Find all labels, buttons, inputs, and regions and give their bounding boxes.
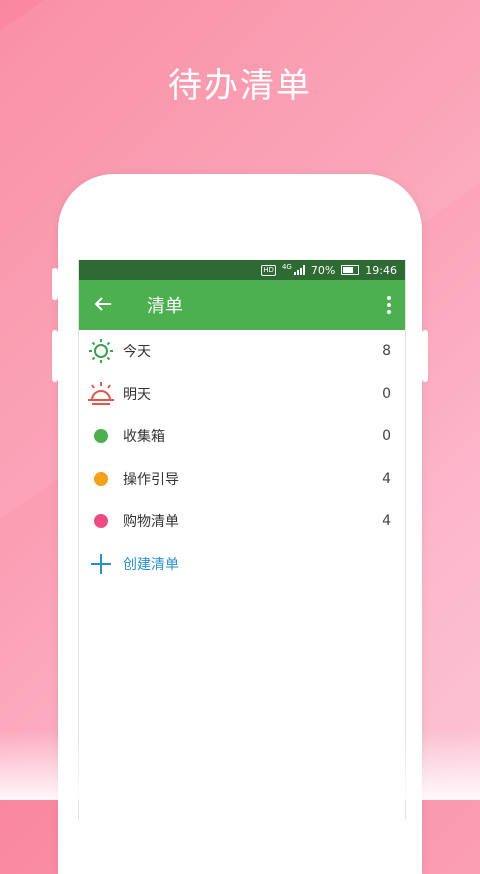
list-item-label: 明天 (123, 386, 151, 403)
list-item-guide[interactable]: 操作引导 4 (79, 458, 405, 501)
arrow-left-icon[interactable] (81, 293, 125, 318)
list-item-shopping[interactable]: 购物清单 4 (79, 500, 405, 543)
list-container: 今天 8 明天 0 收集箱 0 操作引导 4 购物清单 4 创建清单 (79, 330, 405, 585)
phone-side-button (52, 268, 58, 300)
list-item-count: 0 (382, 385, 391, 402)
list-item-today[interactable]: 今天 8 (79, 330, 405, 373)
more-vertical-icon[interactable] (387, 296, 391, 314)
list-item-label: 今天 (123, 344, 151, 361)
page-title: 清单 (147, 296, 183, 317)
clock: 19:46 (365, 263, 397, 277)
list-item-count: 0 (382, 428, 391, 445)
list-item-tomorrow[interactable]: 明天 0 (79, 373, 405, 416)
list-item-count: 8 (382, 343, 391, 360)
list-item-count: 4 (382, 470, 391, 487)
create-list-label: 创建清单 (123, 556, 179, 573)
sunrise-icon (79, 381, 123, 407)
plus-icon (79, 553, 123, 575)
network-label: 4G (281, 263, 292, 271)
list-item-label: 操作引导 (123, 471, 179, 488)
sun-icon (79, 338, 123, 364)
dot-icon (79, 429, 123, 444)
create-list-button[interactable]: 创建清单 (79, 543, 405, 586)
battery-percent: 70% (310, 263, 336, 277)
arrow-left-icon (94, 296, 111, 311)
list-item-label: 收集箱 (123, 429, 165, 446)
hd-badge: HD (261, 264, 276, 276)
dot-icon (79, 471, 123, 486)
promo-title: 待办清单 (168, 66, 312, 106)
signal-icon (293, 265, 305, 275)
phone-side-button (422, 330, 428, 382)
list-item-inbox[interactable]: 收集箱 0 (79, 415, 405, 458)
dot-icon (79, 514, 123, 529)
list-item-count: 4 (382, 513, 391, 530)
list-item-label: 购物清单 (123, 514, 179, 531)
status-bar: HD 4G 70% 19:46 (79, 260, 405, 280)
battery-icon (341, 265, 360, 275)
bottom-fade (0, 730, 480, 800)
phone-side-button (52, 330, 58, 382)
app-bar: 清单 (79, 280, 405, 330)
